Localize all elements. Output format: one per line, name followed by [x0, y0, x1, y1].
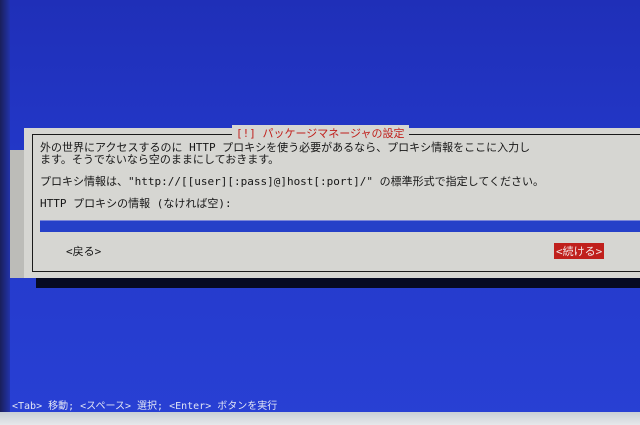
back-button[interactable]: <戻る>	[66, 243, 101, 259]
continue-button[interactable]: <続ける>	[554, 243, 605, 259]
installer-screen: [!] パッケージマネージャの設定 外の世界にアクセスするのに HTTP プロキ…	[0, 0, 640, 425]
keyboard-help: <Tab> 移動; <スペース> 選択; <Enter> ボタンを実行	[12, 401, 278, 412]
proxy-dialog: [!] パッケージマネージャの設定 外の世界にアクセスするのに HTTP プロキ…	[24, 125, 640, 278]
dialog-title: [!] パッケージマネージャの設定	[232, 125, 409, 141]
background-dialog-edge	[10, 150, 24, 278]
proxy-input[interactable]	[40, 220, 640, 232]
monitor-edge	[0, 0, 10, 425]
description-line-2: ます。そうでないなら空のままにしておきます。	[40, 153, 280, 166]
format-hint: プロキシ情報は、"http://[[user][:pass]@]host[:po…	[40, 175, 544, 188]
input-label: HTTP プロキシの情報 (なければ空):	[40, 197, 232, 210]
monitor-bezel	[0, 412, 640, 425]
dialog-body: 外の世界にアクセスするのに HTTP プロキシを使う必要があるなら、プロキシ情報…	[40, 142, 640, 210]
